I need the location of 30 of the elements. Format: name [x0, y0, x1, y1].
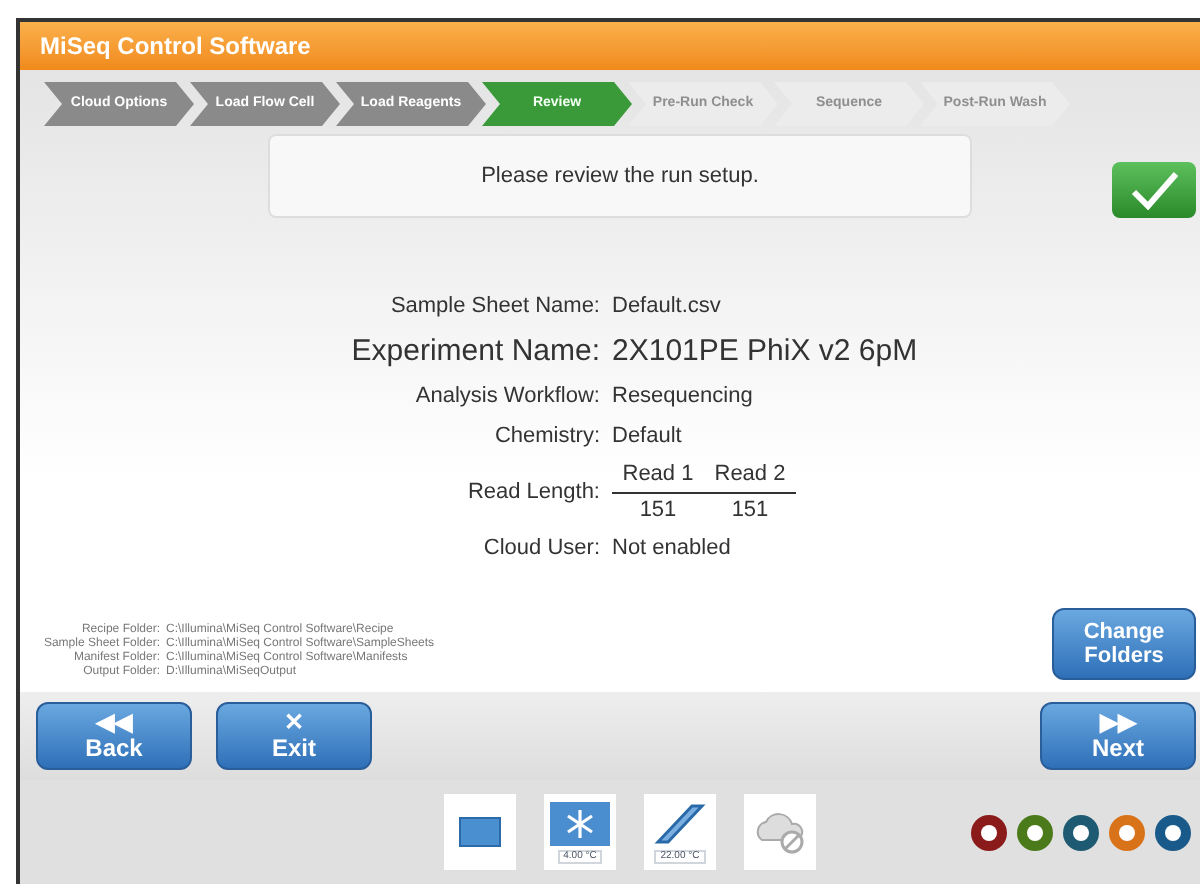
field-label: Analysis Workflow:	[415, 382, 600, 412]
checkmark-icon	[1128, 170, 1180, 210]
read-length: 151	[637, 495, 679, 525]
message-text: Please review the run setup.	[481, 161, 759, 192]
field-value: Not enabled	[612, 534, 731, 564]
field-value: Default.csv	[612, 292, 721, 322]
field-value: Resequencing	[612, 382, 753, 412]
change-folders-button[interactable]: Change Folders	[1052, 608, 1196, 680]
status-indicator-icon[interactable]	[1016, 813, 1054, 851]
window-title: MiSeq Control Software	[40, 30, 311, 64]
field-value: Default	[612, 421, 682, 451]
next-button[interactable]: ▶▶ Next	[1040, 702, 1196, 770]
read-name: Read 2	[712, 460, 788, 490]
field-value: 2X101PE PhiX v2 6pM	[612, 331, 918, 371]
status-indicator-icon[interactable]	[970, 813, 1008, 851]
field-label: Cloud User:	[483, 534, 600, 564]
exit-button[interactable]: ✕ Exit	[216, 702, 372, 770]
flow-cell-icon	[458, 816, 502, 848]
read-name: Read 1	[620, 460, 696, 490]
field-label: Sample Sheet Name:	[390, 292, 600, 322]
slide-icon	[652, 801, 708, 845]
snowflake-icon	[550, 801, 610, 845]
field-label: Chemistry:	[494, 421, 600, 451]
back-button[interactable]: ◀◀ Back	[36, 702, 192, 770]
confirm-button[interactable]	[1112, 162, 1196, 218]
status-indicator-icon[interactable]	[1062, 813, 1100, 851]
status-indicator-icon[interactable]	[1154, 813, 1192, 851]
field-label: Experiment Name:	[351, 331, 600, 371]
field-label: Read Length:	[467, 477, 600, 508]
read-length: 151	[729, 495, 771, 525]
